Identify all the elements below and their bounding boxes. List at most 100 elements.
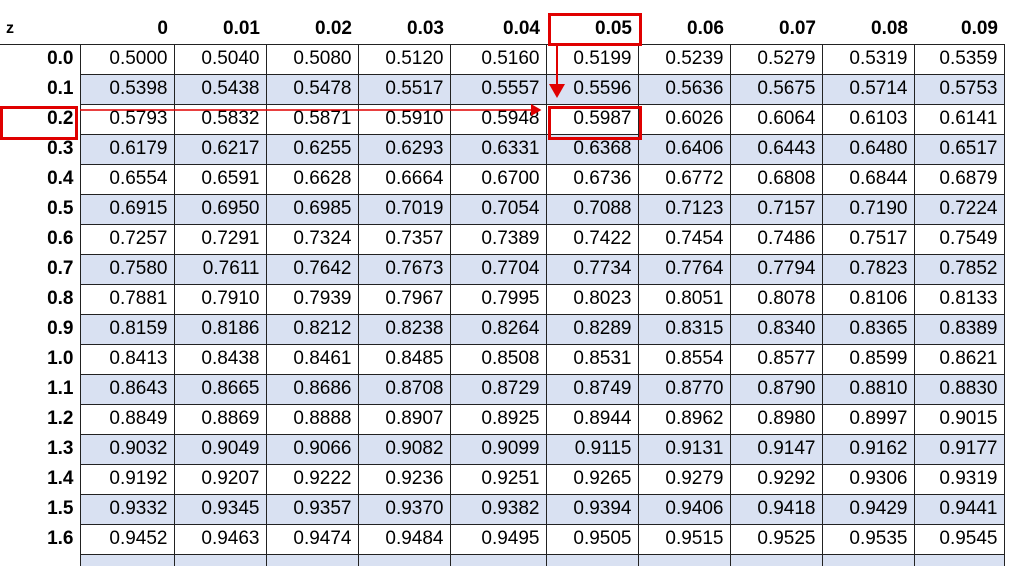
table-row: 0.50.69150.69500.69850.70190.70540.70880… (0, 194, 1004, 224)
table-cell: 0.7995 (450, 284, 546, 314)
table-cell: 0.6331 (450, 134, 546, 164)
table-cell: 0.9535 (822, 524, 914, 554)
table-cell: 0.8438 (174, 344, 266, 374)
table-cell: 0.9115 (546, 434, 638, 464)
table-cell: 0.8621 (914, 344, 1004, 374)
table-cell: 0.5120 (358, 44, 450, 74)
table-cell: 0.9382 (450, 494, 546, 524)
table-row: 0.90.81590.81860.82120.82380.82640.82890… (0, 314, 1004, 344)
table-cell: 0.9357 (266, 494, 358, 524)
table-cell: 0.8554 (638, 344, 730, 374)
table-cell: 0.7549 (914, 224, 1004, 254)
table-cell: 0.9082 (358, 434, 450, 464)
table-cell: 0.7734 (546, 254, 638, 284)
table-cell: 0.8888 (266, 404, 358, 434)
table-cell: 0.7054 (450, 194, 546, 224)
table-row: 0.10.53980.54380.54780.55170.55570.55960… (0, 74, 1004, 104)
table-row: 0.40.65540.65910.66280.66640.67000.67360… (0, 164, 1004, 194)
table-cell: 0.7794 (730, 254, 822, 284)
z-row-label: 0.0 (0, 44, 80, 74)
table-row: 1.40.91920.92070.92220.92360.92510.92650… (0, 464, 1004, 494)
table-cell: 0.5753 (914, 74, 1004, 104)
table-cell: 0.9099 (450, 434, 546, 464)
table-cell: 0.6443 (730, 134, 822, 164)
column-header: 0.08 (822, 14, 914, 44)
table-cell: 0.6700 (450, 164, 546, 194)
table-cell: 0.9306 (822, 464, 914, 494)
table-cell: 0.7224 (914, 194, 1004, 224)
table-cell: 0.8485 (358, 344, 450, 374)
table-cell: 0.5910 (358, 104, 450, 134)
table-cell: 0.5478 (266, 74, 358, 104)
table-cell: 0.5080 (266, 44, 358, 74)
table-cell: 0.9222 (266, 464, 358, 494)
table-cell: 0.9545 (914, 524, 1004, 554)
table-cell: 0.7673 (358, 254, 450, 284)
column-header: 0.03 (358, 14, 450, 44)
table-cell: 0.8980 (730, 404, 822, 434)
table-cell: 0.7324 (266, 224, 358, 254)
table-cell: 0.9192 (80, 464, 174, 494)
table-cell: 0.6064 (730, 104, 822, 134)
table-cell: 0.9515 (638, 524, 730, 554)
table-cell: 0.6808 (730, 164, 822, 194)
z-row-label: 1.4 (0, 464, 80, 494)
table-cell: 0.5832 (174, 104, 266, 134)
table-cell: 0.7422 (546, 224, 638, 254)
table-cell: 0.8907 (358, 404, 450, 434)
table-cell (450, 554, 546, 566)
z-row-label: 0.4 (0, 164, 80, 194)
column-header: 0 (80, 14, 174, 44)
z-row-label: 0.9 (0, 314, 80, 344)
table-cell: 0.7881 (80, 284, 174, 314)
table-cell: 0.8790 (730, 374, 822, 404)
table-cell: 0.9525 (730, 524, 822, 554)
table-cell (638, 554, 730, 566)
table-cell: 0.9345 (174, 494, 266, 524)
table-cell: 0.8106 (822, 284, 914, 314)
table-cell: 0.9418 (730, 494, 822, 524)
table-cell (266, 554, 358, 566)
table-row-partial (0, 554, 1004, 566)
z-row-label: 0.7 (0, 254, 80, 284)
table-cell: 0.6879 (914, 164, 1004, 194)
table-cell: 0.5279 (730, 44, 822, 74)
table-cell: 0.5793 (80, 104, 174, 134)
table-body: 0.00.50000.50400.50800.51200.51600.51990… (0, 44, 1004, 566)
table-cell: 0.9319 (914, 464, 1004, 494)
table-cell: 0.8729 (450, 374, 546, 404)
table-cell: 0.6480 (822, 134, 914, 164)
column-header: 0.07 (730, 14, 822, 44)
table-cell: 0.7088 (546, 194, 638, 224)
table-row: 1.60.94520.94630.94740.94840.94950.95050… (0, 524, 1004, 554)
table-row: 0.00.50000.50400.50800.51200.51600.51990… (0, 44, 1004, 74)
table-cell (174, 554, 266, 566)
table-cell (80, 554, 174, 566)
table-cell: 0.8577 (730, 344, 822, 374)
table-cell: 0.7019 (358, 194, 450, 224)
table-row: 1.00.84130.84380.84610.84850.85080.85310… (0, 344, 1004, 374)
table-cell: 0.6517 (914, 134, 1004, 164)
table-cell: 0.8962 (638, 404, 730, 434)
table-cell: 0.6664 (358, 164, 450, 194)
table-cell: 0.9251 (450, 464, 546, 494)
table-cell: 0.5871 (266, 104, 358, 134)
table-cell: 0.6368 (546, 134, 638, 164)
table-cell: 0.8051 (638, 284, 730, 314)
z-row-label: 1.3 (0, 434, 80, 464)
table-cell: 0.8389 (914, 314, 1004, 344)
table-cell: 0.9484 (358, 524, 450, 554)
z-row-label: 0.3 (0, 134, 80, 164)
table-cell: 0.8810 (822, 374, 914, 404)
table-cell: 0.7642 (266, 254, 358, 284)
table-cell: 0.7157 (730, 194, 822, 224)
table-cell: 0.7486 (730, 224, 822, 254)
table-cell: 0.8186 (174, 314, 266, 344)
table-cell: 0.6255 (266, 134, 358, 164)
table-cell: 0.9495 (450, 524, 546, 554)
table-row: 1.10.86430.86650.86860.87080.87290.87490… (0, 374, 1004, 404)
table-cell: 0.7967 (358, 284, 450, 314)
table-cell: 0.7852 (914, 254, 1004, 284)
table-cell: 0.9162 (822, 434, 914, 464)
table-cell (822, 554, 914, 566)
